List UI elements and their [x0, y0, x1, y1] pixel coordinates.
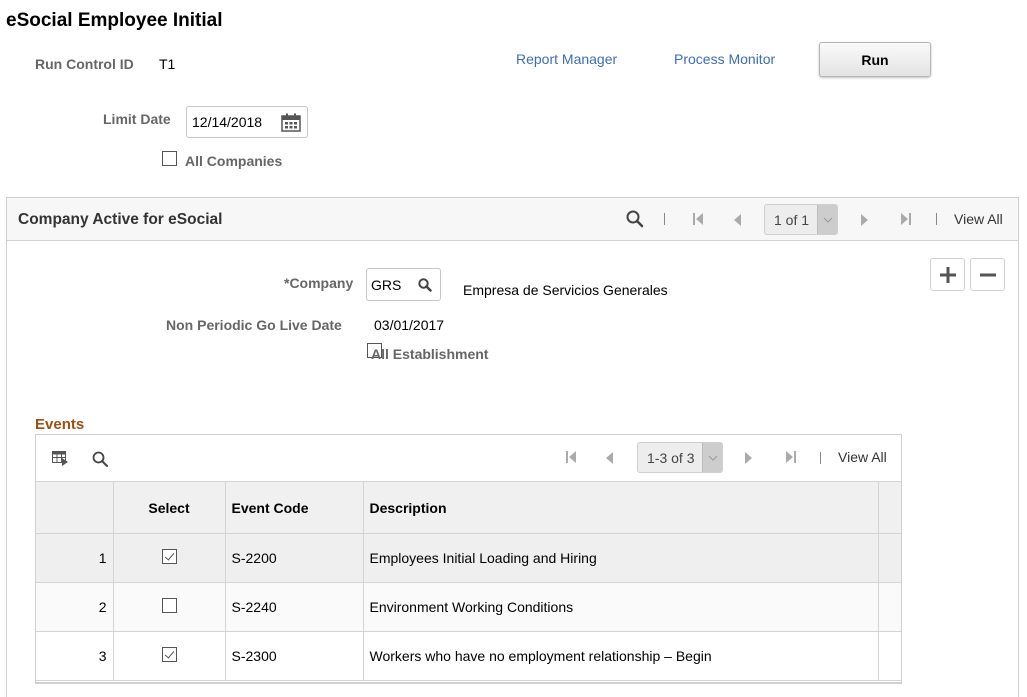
separator [820, 452, 821, 464]
all-companies-label: All Companies [185, 153, 283, 169]
separator [664, 213, 665, 225]
next-page-icon[interactable] [861, 213, 868, 229]
first-page-icon[interactable] [566, 451, 576, 463]
select-checkbox[interactable] [161, 549, 177, 564]
personalize-grid-icon[interactable] [52, 451, 69, 466]
column-header-spacer [877, 481, 901, 534]
last-page-icon[interactable] [786, 451, 796, 463]
next-page-icon[interactable] [745, 451, 752, 467]
run-control-label: Run Control ID [35, 56, 134, 72]
company-input[interactable]: GRS [366, 268, 441, 301]
chevron-down-icon [702, 443, 723, 472]
all-companies-checkbox[interactable] [162, 151, 177, 166]
select-cell [112, 582, 226, 632]
chevron-down-icon [817, 205, 838, 234]
all-establishment-label: All Establishment [371, 346, 489, 362]
calendar-icon[interactable] [281, 113, 301, 132]
events-table: Select Event Code Description 1 S-2200 E… [36, 481, 901, 681]
limit-date-label: Limit Date [103, 111, 171, 127]
company-label: *Company [284, 275, 354, 291]
minus-icon [979, 273, 996, 276]
column-header-row-number [36, 481, 114, 534]
company-pager-dropdown[interactable]: 1 of 1 [764, 204, 839, 235]
events-grid: 1-3 of 3 View All Select Event Code Desc… [35, 434, 902, 684]
table-row: 2 S-2240 Environment Working Conditions [36, 582, 901, 632]
events-title: Events [35, 416, 85, 433]
go-live-date-label: Non Periodic Go Live Date [166, 317, 342, 333]
run-button[interactable]: Run [819, 42, 931, 77]
events-pager-dropdown[interactable]: 1-3 of 3 [637, 442, 724, 473]
table-row: 1 S-2200 Employees Initial Loading and H… [36, 533, 901, 583]
row-number: 1 [36, 533, 114, 583]
row-number: 2 [36, 582, 114, 632]
process-monitor-link[interactable]: Process Monitor [674, 51, 775, 67]
search-icon[interactable] [626, 210, 644, 228]
column-header-description: Description [362, 481, 879, 534]
company-view-all-link[interactable]: View All [954, 211, 1003, 227]
company-panel-header: Company Active for eSocial 1 of 1 View A… [7, 198, 1018, 241]
events-pager-text: 1-3 of 3 [647, 449, 695, 466]
plus-icon [939, 266, 956, 283]
company-description: Empresa de Servicios Generales [463, 282, 668, 298]
separator [936, 213, 937, 225]
column-header-event-code: Event Code [224, 481, 364, 534]
events-view-all-link[interactable]: View All [838, 449, 887, 465]
company-value: GRS [371, 276, 402, 293]
company-panel-title: Company Active for eSocial [18, 211, 223, 228]
spacer-cell [877, 582, 901, 632]
page-title: eSocial Employee Initial [6, 10, 223, 31]
event-code: S-2300 [224, 631, 364, 681]
row-number: 3 [36, 631, 114, 681]
limit-date-value: 12/14/2018 [192, 114, 263, 130]
find-icon[interactable] [92, 451, 108, 467]
first-page-icon[interactable] [693, 213, 703, 225]
lookup-icon[interactable] [418, 278, 432, 292]
event-description: Employees Initial Loading and Hiring [362, 533, 879, 583]
report-manager-link[interactable]: Report Manager [516, 51, 617, 67]
event-description: Workers who have no employment relations… [362, 631, 879, 681]
last-page-icon[interactable] [901, 213, 911, 225]
go-live-date-value: 03/01/2017 [374, 317, 445, 333]
spacer-cell [877, 533, 901, 583]
limit-date-input[interactable]: 12/14/2018 [186, 106, 308, 138]
previous-page-icon[interactable] [606, 451, 613, 467]
select-checkbox[interactable] [161, 647, 177, 662]
event-code: S-2200 [224, 533, 364, 583]
event-code: S-2240 [224, 582, 364, 632]
table-header-row: Select Event Code Description [36, 481, 901, 534]
previous-page-icon[interactable] [734, 213, 741, 229]
select-cell [112, 631, 226, 681]
add-row-button[interactable] [930, 258, 965, 291]
delete-row-button[interactable] [970, 258, 1005, 291]
column-header-select: Select [112, 481, 226, 534]
run-control-value: T1 [159, 56, 176, 72]
select-checkbox[interactable] [161, 598, 177, 613]
table-row: 3 S-2300 Workers who have no employment … [36, 631, 901, 681]
event-description: Environment Working Conditions [362, 582, 879, 632]
spacer-cell [877, 631, 901, 681]
select-cell [112, 533, 226, 583]
company-pager-text: 1 of 1 [774, 211, 810, 228]
